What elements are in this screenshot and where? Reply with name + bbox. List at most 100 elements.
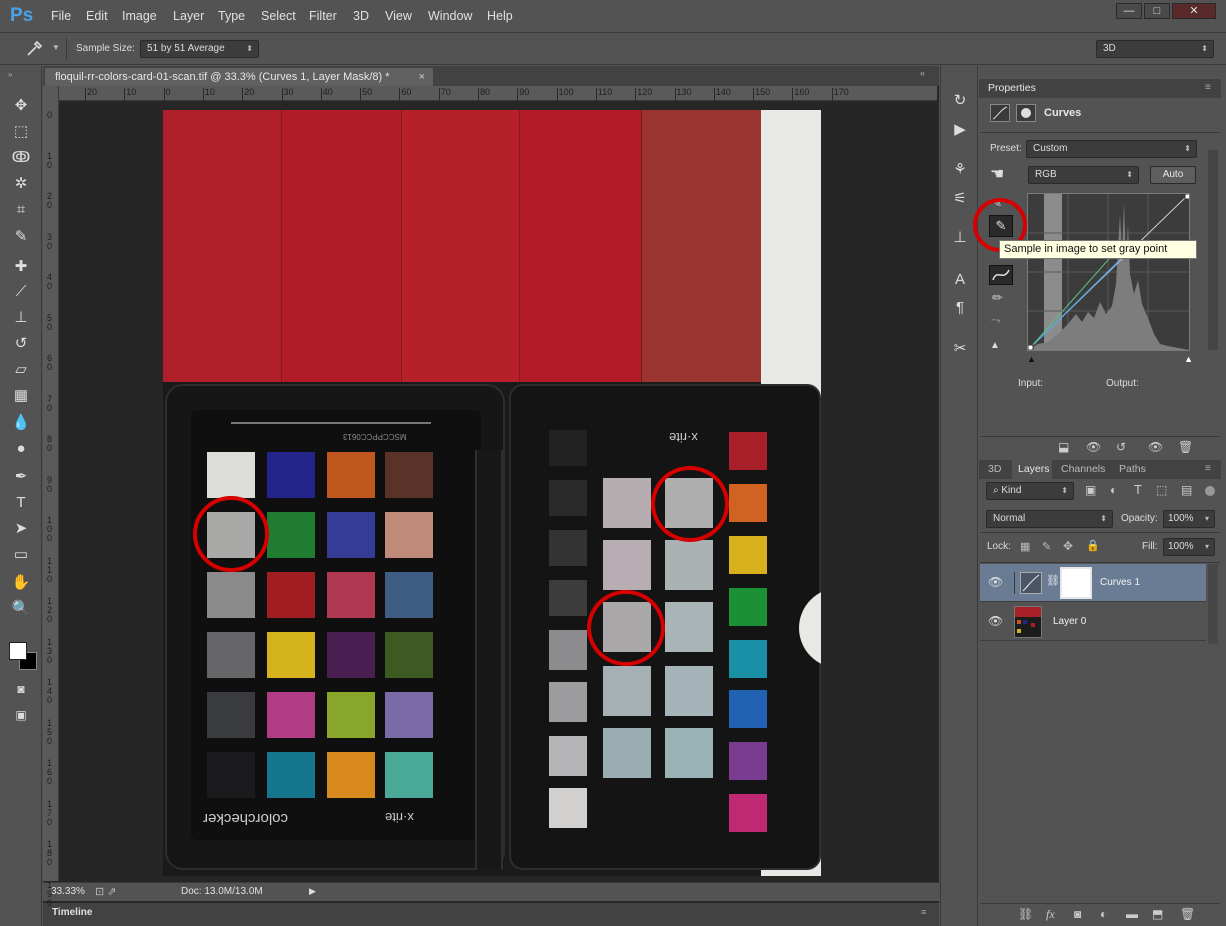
filter-pixel-icon[interactable]: ▣	[1085, 483, 1096, 497]
view-previous-icon[interactable]: 👁	[1086, 440, 1101, 454]
add-mask-icon[interactable]: ◙	[1074, 907, 1081, 921]
eyedropper-tool-icon[interactable]: ✎	[9, 226, 33, 248]
status-menu-arrow-icon[interactable]: ▶	[309, 886, 316, 897]
layer-row-curves[interactable]: 👁 ⛓ Curves 1	[980, 564, 1206, 602]
timeline-tab[interactable]: Timeline	[52, 907, 92, 918]
adjustment-layer-icon[interactable]: ◐	[1100, 907, 1107, 921]
hand-tool-icon[interactable]: ✋	[9, 572, 33, 594]
magic-wand-tool-icon[interactable]: ✲	[9, 173, 33, 195]
close-tab-icon[interactable]: ×	[419, 68, 425, 86]
gradient-tool-icon[interactable]: ▦	[9, 385, 33, 407]
layers-scrollbar[interactable]	[1208, 564, 1218, 644]
curves-graph[interactable]	[1027, 193, 1191, 351]
foreground-color-swatch-top[interactable]	[9, 642, 27, 660]
menu-window[interactable]: Window	[428, 9, 472, 23]
on-image-adjust-icon[interactable]: ☚	[990, 164, 1004, 184]
menu-type[interactable]: Type	[218, 9, 245, 23]
collapse-icon[interactable]: »	[8, 70, 12, 79]
channel-select[interactable]: RGB ⬍	[1028, 166, 1139, 184]
layer-name[interactable]: Layer 0	[1053, 616, 1086, 627]
group-folder-icon[interactable]: ▬	[1126, 907, 1138, 921]
filter-adjustment-icon[interactable]: ◐	[1110, 483, 1117, 497]
preset-select[interactable]: Custom ⬍	[1026, 140, 1197, 158]
menu-file[interactable]: File	[51, 9, 71, 23]
actions-panel-icon[interactable]: ▶	[950, 120, 970, 140]
pencil-draw-icon[interactable]: ✏	[992, 290, 1003, 306]
maximize-button[interactable]: □	[1144, 3, 1170, 19]
input-sliders[interactable]: ▲ ▲	[1027, 354, 1193, 364]
curve-edit-points-icon[interactable]	[989, 265, 1013, 285]
tab-paths[interactable]: Paths	[1119, 463, 1146, 475]
close-window-button[interactable]: ✕	[1172, 3, 1216, 19]
opacity-field[interactable]: 100% ▾	[1163, 510, 1215, 528]
tab-3d[interactable]: 3D	[988, 463, 1001, 475]
properties-scrollbar[interactable]	[1208, 150, 1218, 350]
brush-presets-icon[interactable]: ⚟	[950, 189, 970, 209]
panel-menu-icon[interactable]: ≡	[921, 907, 926, 917]
shape-tool-icon[interactable]: ▭	[9, 544, 33, 566]
stamp-tool-icon[interactable]: ⊥	[9, 307, 33, 329]
type-tool-icon[interactable]: T	[9, 492, 33, 514]
link-layers-icon[interactable]: ⛓	[1018, 907, 1033, 921]
tool-presets-icon[interactable]: ✂	[950, 339, 970, 359]
layer-row-layer0[interactable]: 👁 Layer 0	[980, 603, 1206, 641]
new-layer-icon[interactable]: ⬒	[1152, 907, 1163, 921]
visibility-icon[interactable]: 👁	[1148, 440, 1163, 454]
filter-smart-object-icon[interactable]: ▤	[1181, 483, 1192, 497]
eye-visibility-icon[interactable]: 👁	[988, 575, 1003, 589]
lasso-tool-icon[interactable]: ↂ	[9, 147, 33, 169]
clipping-warning-icon[interactable]: ▲	[990, 340, 1000, 351]
filter-toggle[interactable]	[1205, 486, 1215, 496]
brush-panel-icon[interactable]: ⚘	[950, 160, 970, 180]
blur-tool-icon[interactable]: 💧	[9, 412, 33, 434]
blend-mode-select[interactable]: Normal ⬍	[986, 510, 1113, 528]
clip-to-layer-icon[interactable]: ⬓	[1058, 440, 1069, 454]
menu-filter[interactable]: Filter	[309, 9, 337, 23]
smooth-curve-icon[interactable]: ⤳	[991, 313, 1001, 328]
tab-layers[interactable]: Layers	[1012, 460, 1052, 479]
document-tab[interactable]: floquil-rr-colors-card-01-scan.tif @ 33.…	[45, 68, 433, 86]
sample-size-select[interactable]: 51 by 51 Average ⬍	[140, 40, 259, 58]
character-panel-icon[interactable]: A	[950, 270, 970, 290]
clone-source-icon[interactable]: ⊥	[950, 228, 970, 248]
menu-view[interactable]: View	[385, 9, 412, 23]
lock-transparency-icon[interactable]: ▦	[1020, 540, 1030, 553]
menu-3d[interactable]: 3D	[353, 9, 369, 23]
zoom-tool-icon[interactable]: 🔍	[9, 598, 33, 620]
auto-button[interactable]: Auto	[1150, 166, 1196, 184]
lock-pixels-icon[interactable]: ✎	[1042, 540, 1051, 553]
tab-channels[interactable]: Channels	[1061, 463, 1105, 475]
history-panel-icon[interactable]: ↻	[950, 91, 970, 111]
fx-icon[interactable]: fx	[1046, 907, 1055, 922]
brush-tool-icon[interactable]: ⟋	[9, 281, 33, 303]
lock-all-icon[interactable]: 🔒	[1086, 539, 1100, 552]
healing-brush-tool-icon[interactable]: ✚	[9, 256, 33, 278]
eraser-tool-icon[interactable]: ▱	[9, 359, 33, 381]
menu-edit[interactable]: Edit	[86, 9, 108, 23]
status-icons[interactable]: ⊡ ⇗	[95, 885, 117, 898]
layer-name[interactable]: Curves 1	[1100, 577, 1140, 588]
chain-link-icon[interactable]: ⛓	[1046, 574, 1060, 587]
trash-icon[interactable]: 🗑	[1178, 440, 1193, 454]
panel-menu-icon[interactable]: ≡	[1205, 463, 1211, 474]
pen-tool-icon[interactable]: ✒	[9, 466, 33, 488]
properties-tab[interactable]: Properties	[988, 82, 1036, 94]
dodge-tool-icon[interactable]: ●	[9, 438, 33, 460]
filter-shape-icon[interactable]: ⬚	[1156, 483, 1167, 497]
menu-select[interactable]: Select	[261, 9, 296, 23]
tool-preset-dropdown-icon[interactable]: ▼	[52, 43, 60, 52]
panel-menu-icon[interactable]: ≡	[1205, 82, 1211, 93]
layer-mask-thumbnail[interactable]	[1060, 567, 1092, 599]
menu-image[interactable]: Image	[122, 9, 157, 23]
filter-kind-select[interactable]: ⌕ Kind ⬍	[986, 482, 1074, 500]
minimize-button[interactable]: —	[1116, 3, 1142, 19]
history-brush-tool-icon[interactable]: ↺	[9, 333, 33, 355]
menu-help[interactable]: Help	[487, 9, 513, 23]
mask-icon[interactable]	[1016, 104, 1036, 122]
zoom-level[interactable]: 33.33%	[51, 886, 85, 897]
screen-mode-icon[interactable]: ▣	[9, 704, 33, 726]
fill-field[interactable]: 100% ▾	[1163, 538, 1215, 556]
reset-icon[interactable]: ↺	[1116, 440, 1126, 454]
path-selection-tool-icon[interactable]: ➤	[9, 518, 33, 540]
trash-icon[interactable]: 🗑	[1180, 907, 1195, 921]
